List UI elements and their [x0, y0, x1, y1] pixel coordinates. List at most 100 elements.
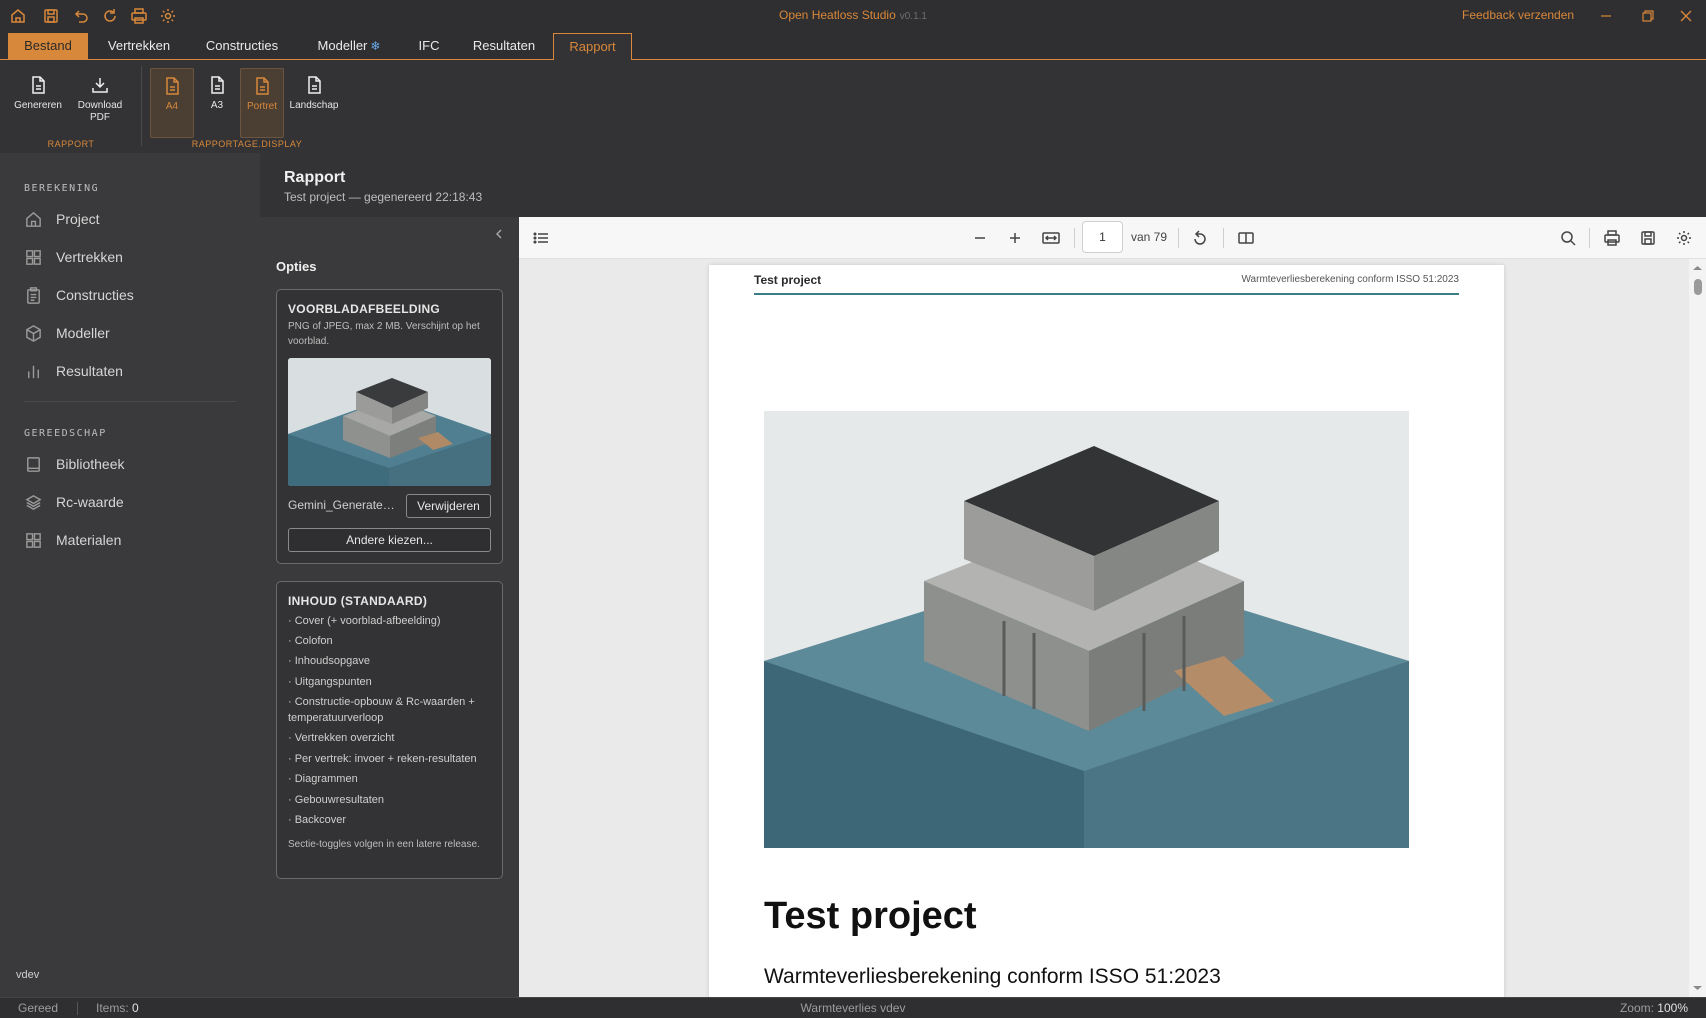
scroll-up-icon[interactable] [1689, 263, 1706, 273]
tab-vertrekken[interactable]: Vertrekken [96, 33, 182, 60]
fit-width-icon[interactable] [1041, 228, 1061, 248]
sidebar-item-label: Modeller [56, 325, 110, 341]
tab-rapport[interactable]: Rapport [553, 33, 632, 61]
app-title: Open Heatloss Studio v0.1.1 [0, 8, 1706, 22]
home-icon [26, 211, 41, 227]
sidebar-item-materialen[interactable]: Materialen [24, 525, 244, 555]
clipboard-icon [27, 287, 40, 304]
feedback-link[interactable]: Feedback verzenden [1462, 8, 1574, 22]
content-item: · Gebouwresultaten [288, 794, 384, 806]
content-item: · Cover (+ voorblad-afbeelding) [288, 615, 441, 627]
content-item: · Colofon [288, 635, 333, 647]
snowflake-icon: ❄ [370, 39, 381, 53]
sidebar-item-modeller[interactable]: Modeller [24, 318, 244, 348]
house-cover-image [764, 411, 1409, 848]
content-footnote: Sectie-toggles volgen in een latere rele… [288, 839, 480, 850]
house-thumbnail-image [288, 358, 491, 486]
save-icon[interactable] [1638, 228, 1658, 248]
content-item: · Backcover [288, 814, 347, 826]
portrait-button[interactable]: Portret [240, 68, 284, 138]
sidebar-item-label: Resultaten [56, 363, 123, 379]
download-pdf-label-1: Download [77, 100, 123, 111]
cover-image-note: PNG of JPEG, max 2 MB. Verschijnt op het… [288, 321, 480, 347]
page-view-icon[interactable] [1236, 228, 1256, 248]
a4-label: A4 [165, 101, 179, 112]
cover-image-card-title: VOORBLADAFBEELDING [288, 302, 441, 316]
sidebar-section-calc: BEREKENING [24, 183, 100, 194]
cube-icon [26, 325, 41, 342]
tab-ifc[interactable]: IFC [406, 33, 452, 60]
generate-button[interactable]: Genereren [8, 68, 68, 130]
page-number-input[interactable]: 1 [1082, 221, 1123, 253]
scroll-down-icon[interactable] [1689, 983, 1706, 993]
status-center-text: Warmteverlies vdev [800, 1001, 906, 1015]
cover-image-thumbnail [288, 358, 491, 486]
pdf-page-area[interactable]: Test project Warmteverliesberekening con… [519, 259, 1689, 997]
cover-image-file-name: Gemini_Generated_Image.png [288, 498, 400, 512]
pdf-scrollbar[interactable] [1689, 259, 1706, 997]
status-zoom: Zoom: 100% [1620, 1001, 1688, 1015]
layers-icon [25, 495, 42, 510]
toolbar-divider [1178, 228, 1179, 248]
zoom-in-icon[interactable] [1005, 228, 1025, 248]
content-item: · Inhoudsopgave [288, 655, 370, 667]
page-subtitle: Test project — gegenereerd 22:18:43 [284, 190, 483, 204]
title-bar: Open Heatloss Studio v0.1.1 Feedback verz… [0, 0, 1706, 31]
download-icon [92, 78, 108, 93]
cover-title: Test project [764, 895, 977, 937]
pdf-header-standard: Warmteverliesberekening conform ISSO 51:… [1241, 274, 1459, 285]
sidebar-item-bibliotheek[interactable]: Bibliotheek [24, 449, 244, 479]
zoom-out-icon[interactable] [970, 228, 990, 248]
a3-label: A3 [210, 100, 224, 111]
sidebar-item-vertrekken[interactable]: Vertrekken [24, 242, 244, 272]
download-pdf-label-2: PDF [90, 111, 110, 123]
rotate-icon[interactable] [1190, 228, 1210, 248]
content-item: · Uitgangspunten [288, 676, 372, 688]
restore-icon[interactable] [1638, 6, 1658, 26]
sidebar-item-rc-waarde[interactable]: Rc-waarde [24, 487, 244, 517]
a3-button[interactable]: A3 [200, 68, 234, 130]
settings-icon[interactable] [1674, 228, 1694, 248]
content-item: · Diagrammen [288, 773, 358, 785]
scroll-thumb[interactable] [1694, 279, 1702, 295]
a4-button[interactable]: A4 [150, 68, 194, 138]
sidebar-item-constructies[interactable]: Constructies [24, 280, 244, 310]
pdf-header-project: Test project [754, 273, 822, 287]
document-icon [32, 76, 45, 94]
choose-image-button[interactable]: Andere kiezen... [288, 528, 491, 552]
minimize-icon[interactable] [1596, 6, 1616, 26]
remove-image-button[interactable]: Verwijderen [406, 494, 491, 518]
sidebar-item-label: Vertrekken [56, 249, 123, 265]
collapse-panel-icon[interactable] [492, 227, 506, 241]
outline-list-icon[interactable] [531, 228, 551, 248]
content-item: · Per vertrek: invoer + reken-resultaten [288, 753, 477, 765]
toolbar-divider [1223, 228, 1224, 248]
sidebar-item-project[interactable]: Project [24, 204, 244, 234]
tab-modeller[interactable]: Modeller ❄ [306, 33, 392, 60]
landscape-button[interactable]: Landschap [286, 68, 342, 130]
print-icon[interactable] [1602, 228, 1622, 248]
tab-bestand[interactable]: Bestand [8, 33, 88, 60]
close-icon[interactable] [1676, 6, 1696, 26]
ribbon-divider [141, 66, 142, 146]
options-panel: Opties VOORBLADAFBEELDING PNG of JPEG, m… [260, 217, 519, 997]
sidebar-item-label: Bibliotheek [56, 456, 125, 472]
tab-constructies[interactable]: Constructies [192, 33, 292, 60]
portrait-label: Portret [246, 101, 277, 112]
landscape-label: Landschap [289, 100, 339, 111]
app-version: v0.1.1 [899, 11, 927, 22]
sidebar-item-resultaten[interactable]: Resultaten [24, 356, 244, 386]
download-pdf-button[interactable]: Download PDF [72, 68, 128, 130]
bar-chart-icon [28, 365, 39, 379]
generate-label: Genereren [14, 100, 62, 111]
page-portrait-icon [256, 77, 269, 95]
sidebar-item-label: Constructies [56, 287, 134, 303]
page-title: Rapport [284, 169, 346, 186]
search-icon[interactable] [1558, 228, 1578, 248]
content-item: · Vertrekken overzicht [288, 732, 395, 744]
ribbon-group-display: RAPPORTAGE.DISPLAY [191, 139, 303, 149]
cover-image-card: VOORBLADAFBEELDING PNG of JPEG, max 2 MB… [276, 289, 503, 564]
status-zoom-label: Zoom: [1619, 1001, 1654, 1015]
tab-resultaten[interactable]: Resultaten [464, 33, 544, 60]
grid-icon [26, 533, 41, 548]
